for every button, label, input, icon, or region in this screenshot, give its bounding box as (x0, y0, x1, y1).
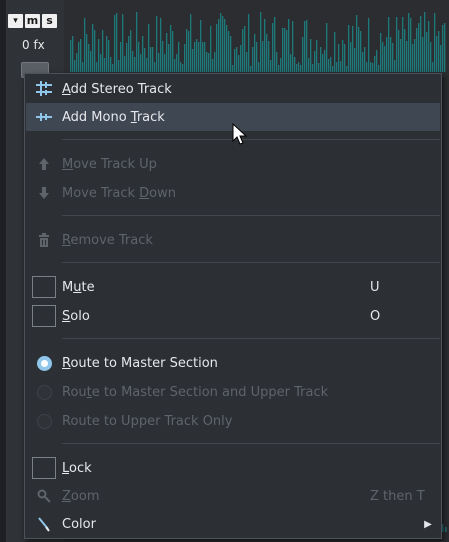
menu-item-solo[interactable]: Solo O (26, 302, 440, 330)
arrow-down-icon (26, 179, 62, 207)
trash-icon (26, 226, 62, 254)
menu-item-label: Add Stereo Track (62, 81, 172, 97)
menu-separator (62, 139, 440, 140)
route-upper-only-radio[interactable] (36, 413, 52, 429)
arrow-up-icon (26, 150, 62, 178)
menu-item-shortcut: U (370, 279, 380, 295)
track-color-strip (0, 0, 6, 542)
menu-item-label: Route to Master Section (62, 355, 218, 371)
route-master-radio[interactable] (36, 355, 52, 371)
menu-item-lock[interactable]: Lock (26, 454, 440, 482)
menu-separator (62, 338, 440, 339)
submenu-arrow-icon: ▶ (424, 518, 432, 530)
menu-item-zoom[interactable]: Zoom Z then T (26, 482, 440, 510)
menu-item-mute[interactable]: Mute U (26, 273, 440, 301)
menu-item-route-master[interactable]: Route to Master Section (26, 349, 440, 377)
menu-item-label: Mute (62, 279, 95, 295)
menu-item-move-track-down[interactable]: Move Track Down (26, 179, 440, 207)
stereo-track-icon (26, 75, 62, 103)
menu-item-label: Color (62, 516, 96, 532)
menu-item-label: Lock (62, 460, 92, 476)
zoom-icon (26, 482, 62, 510)
menu-item-label: Remove Track (62, 232, 153, 248)
menu-item-route-upper-only[interactable]: Route to Upper Track Only (26, 407, 440, 435)
menu-item-shortcut: O (370, 308, 381, 324)
route-master-upper-radio[interactable] (36, 384, 52, 400)
track-mute-button[interactable]: m (25, 14, 40, 28)
fx-count-label[interactable]: 0 fx (22, 38, 45, 52)
menu-separator (62, 215, 440, 216)
menu-item-label: Route to Master Section and Upper Track (62, 384, 329, 400)
menu-item-shortcut: Z then T (370, 488, 425, 504)
menu-item-label: Solo (62, 308, 90, 324)
lock-checkbox[interactable] (32, 457, 56, 479)
color-pen-icon (26, 510, 62, 538)
solo-checkbox[interactable] (32, 305, 56, 327)
track-solo-button[interactable]: s (42, 14, 57, 28)
menu-item-route-master-upper[interactable]: Route to Master Section and Upper Track (26, 378, 440, 406)
menu-separator (62, 262, 440, 263)
menu-item-remove-track[interactable]: Remove Track (26, 226, 440, 254)
mono-track-icon (26, 103, 62, 131)
menu-separator (62, 443, 440, 444)
menu-item-label: Route to Upper Track Only (62, 413, 233, 429)
mouse-cursor-icon (232, 123, 248, 145)
menu-item-add-stereo-track[interactable]: Add Stereo Track (26, 75, 440, 103)
track-menu-button[interactable]: ▾ (8, 14, 23, 28)
menu-item-move-track-up[interactable]: Move Track Up (26, 150, 440, 178)
menu-item-color[interactable]: Color ▶ (26, 510, 440, 538)
mute-checkbox[interactable] (32, 276, 56, 298)
track-button-group: ▾ m s (8, 14, 57, 28)
menu-item-label: Move Track Up (62, 156, 157, 172)
menu-item-label: Add Mono Track (62, 109, 165, 125)
menu-item-label: Move Track Down (62, 185, 176, 201)
menu-item-label: Zoom (62, 488, 100, 504)
